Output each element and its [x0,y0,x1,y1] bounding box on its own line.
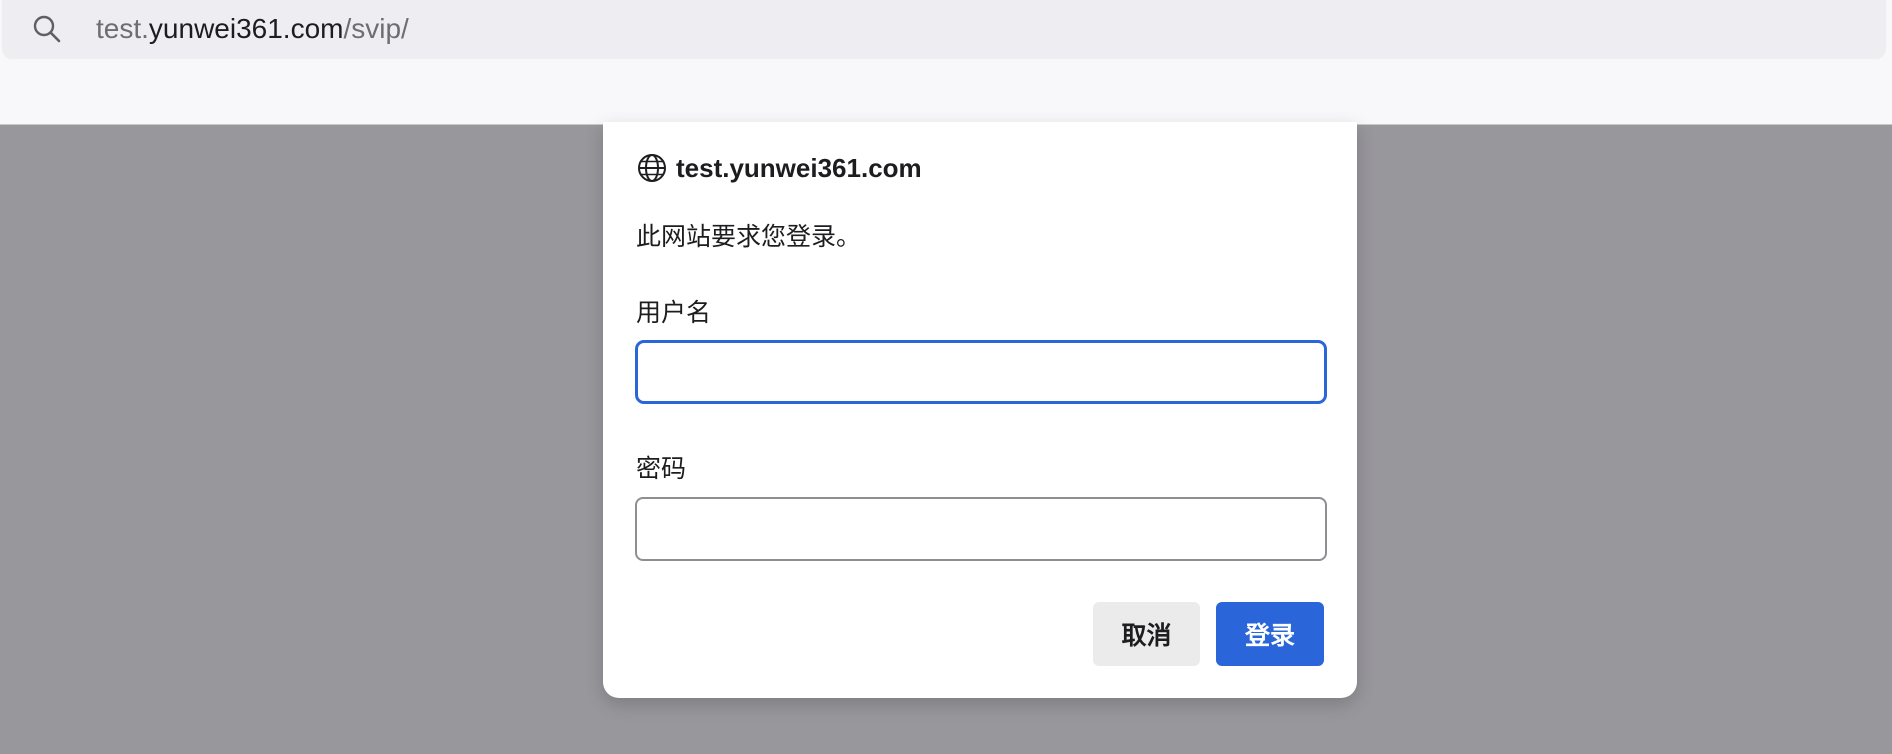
search-icon [32,14,62,44]
login-button[interactable]: 登录 [1216,602,1324,666]
browser-toolbar: test.yunwei361.com/svip/ [0,0,1892,125]
url-host: yunwei361.com [148,13,344,44]
password-field[interactable] [635,497,1327,561]
login-prompt: 此网站要求您登录。 [636,223,862,251]
dialog-header: test.yunwei361.com [636,150,922,186]
site-name: test.yunwei361.com [676,153,922,183]
url-path: /svip/ [343,13,409,44]
username-field[interactable] [635,340,1327,404]
username-label: 用户名 [636,299,712,327]
login-dialog: test.yunwei361.com 此网站要求您登录。 用户名 密码 取消 登… [603,122,1357,698]
url-prefix: test. [96,13,149,44]
cancel-button[interactable]: 取消 [1093,602,1200,666]
password-label: 密码 [636,455,687,483]
address-url[interactable]: test.yunwei361.com/svip/ [96,12,409,46]
globe-icon [636,152,668,184]
address-bar[interactable]: test.yunwei361.com/svip/ [2,0,1886,59]
